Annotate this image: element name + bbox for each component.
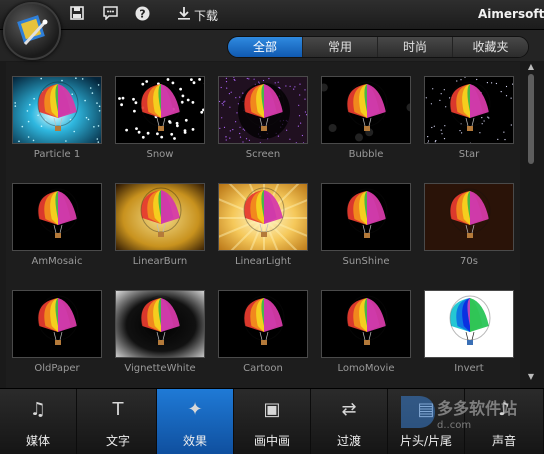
effect-item[interactable]: LinearLight (218, 183, 310, 271)
effect-item[interactable]: Snow (115, 76, 207, 164)
tab-fashion[interactable]: 时尚 (378, 37, 453, 57)
effect-thumbnail[interactable] (321, 76, 411, 144)
effect-label: Snow (146, 149, 174, 160)
bottom-tab-label: 文字 (105, 434, 130, 448)
effect-label: Bubble (348, 149, 384, 160)
effect-thumbnail[interactable] (115, 183, 205, 251)
bottom-tab-label: 声音 (491, 434, 516, 448)
effect-item[interactable]: Particle 1 (12, 76, 104, 164)
effect-label: 70s (460, 256, 478, 267)
text-icon: T (112, 399, 124, 420)
pip-icon: ▣ (263, 399, 281, 420)
transition-icon: ⇄ (341, 399, 357, 420)
download-label[interactable]: 下载 (194, 7, 218, 24)
bottom-tab-6[interactable]: ♪ 声音 (465, 389, 544, 454)
bottom-tab-3[interactable]: ▣ 画中画 (234, 389, 311, 454)
effect-thumbnail[interactable] (218, 290, 308, 358)
effect-item[interactable]: VignetteWhite (115, 290, 207, 378)
bottom-tab-label: 片头/片尾 (399, 434, 453, 448)
effect-item[interactable]: AmMosaic (12, 183, 104, 271)
scroll-up-icon[interactable]: ▲ (525, 62, 537, 72)
effect-label: Invert (454, 363, 484, 374)
bottom-tab-label: 过渡 (336, 434, 361, 448)
scroll-down-icon[interactable]: ▼ (525, 372, 537, 382)
effect-thumbnail[interactable] (424, 290, 514, 358)
tab-all[interactable]: 全部 (228, 37, 303, 57)
svg-text:?: ? (139, 8, 145, 21)
feedback-icon[interactable] (101, 6, 119, 24)
bottom-tab-label: 效果 (182, 434, 207, 448)
tab-common[interactable]: 常用 (303, 37, 378, 57)
help-icon[interactable]: ? (133, 6, 151, 24)
effects-wand-icon: ✦ (187, 399, 203, 420)
effect-label: AmMosaic (31, 256, 83, 267)
effect-label: Cartoon (243, 363, 283, 374)
effect-label: VignetteWhite (124, 363, 196, 374)
effect-thumbnail[interactable] (115, 76, 205, 144)
effect-item[interactable]: OldPaper (12, 290, 104, 378)
bottom-nav: ♫ 媒体 T 文字 ✦ 效果 ▣ 画中画 ⇄ 过渡 ▤ 片头/片尾 ♪ 声音 (0, 388, 544, 454)
effect-thumbnail[interactable] (115, 290, 205, 358)
effects-grid: Particle 1 Snow Screen Bubble Star AmMosaic Li… (6, 62, 520, 388)
effect-thumbnail[interactable] (218, 183, 308, 251)
bottom-tab-2[interactable]: ✦ 效果 (157, 389, 234, 454)
bottom-tab-0[interactable]: ♫ 媒体 (0, 389, 77, 454)
effect-label: SunShine (342, 256, 390, 267)
bottom-tab-5[interactable]: ▤ 片头/片尾 (388, 389, 465, 454)
effect-item[interactable]: Cartoon (218, 290, 310, 378)
effect-label: Star (458, 149, 480, 160)
bottom-tab-label: 媒体 (25, 434, 50, 448)
effect-thumbnail[interactable] (12, 290, 102, 358)
effect-label: Particle 1 (33, 149, 81, 160)
effect-item[interactable]: Star (424, 76, 516, 164)
intro-credits-icon: ▤ (417, 399, 435, 420)
magic-wand-logo-icon (17, 15, 48, 46)
brand-name: Aimersoft (478, 7, 544, 21)
effect-label: OldPaper (34, 363, 80, 374)
effect-item[interactable]: Invert (424, 290, 516, 378)
effect-item[interactable]: LinearBurn (115, 183, 207, 271)
scroll-thumb[interactable] (528, 74, 534, 164)
download-icon[interactable] (175, 6, 193, 24)
effect-thumbnail[interactable] (424, 76, 514, 144)
effect-item[interactable]: Bubble (321, 76, 413, 164)
effect-thumbnail[interactable] (218, 76, 308, 144)
effect-label: LomoMovie (337, 363, 395, 374)
effect-label: LinearLight (234, 256, 292, 267)
effect-item[interactable]: Screen (218, 76, 310, 164)
media-icon: ♫ (29, 399, 47, 420)
save-icon[interactable] (68, 6, 86, 24)
effect-thumbnail[interactable] (321, 183, 411, 251)
scrollbar[interactable]: ▲ ▼ (525, 62, 537, 387)
bottom-tab-1[interactable]: T 文字 (80, 389, 157, 454)
effect-label: Screen (245, 149, 281, 160)
effect-item[interactable]: 70s (424, 183, 516, 271)
effect-thumbnail[interactable] (12, 76, 102, 144)
sound-icon: ♪ (498, 399, 510, 420)
filter-tabs: 全部 常用 时尚 收藏夹 (227, 36, 529, 58)
top-toolbar: ? 下载 Aimersoft (0, 0, 544, 30)
tab-favorites[interactable]: 收藏夹 (453, 37, 528, 57)
bottom-tab-4[interactable]: ⇄ 过渡 (311, 389, 388, 454)
app-logo[interactable] (3, 2, 61, 60)
bottom-tab-label: 画中画 (253, 434, 290, 448)
effect-thumbnail[interactable] (321, 290, 411, 358)
effect-label: LinearBurn (132, 256, 188, 267)
effect-thumbnail[interactable] (12, 183, 102, 251)
effect-item[interactable]: LomoMovie (321, 290, 413, 378)
effect-thumbnail[interactable] (424, 183, 514, 251)
effect-item[interactable]: SunShine (321, 183, 413, 271)
